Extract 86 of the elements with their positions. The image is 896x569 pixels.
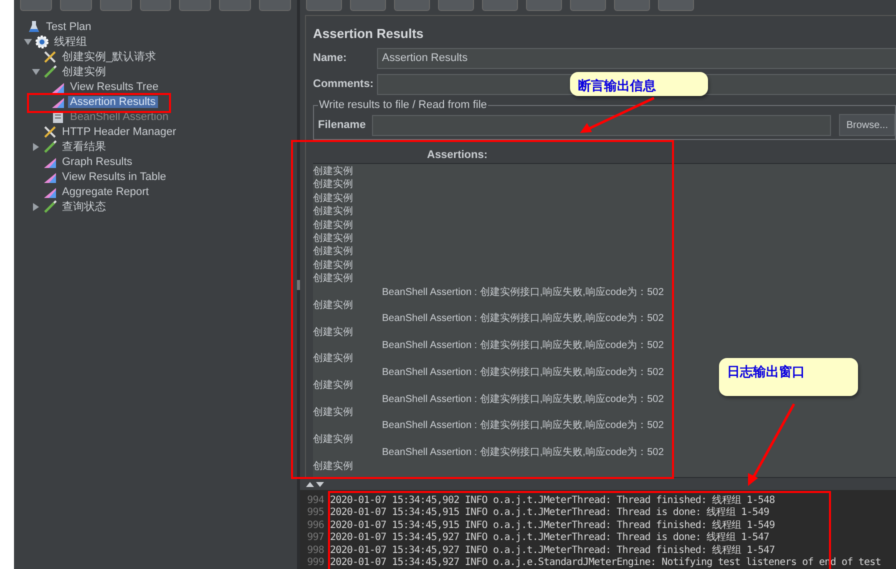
- tree-item[interactable]: 查询状态: [60, 199, 108, 214]
- toolbar-button[interactable]: [350, 0, 386, 11]
- sample-name: 创建实例: [313, 166, 353, 177]
- pen-icon: [43, 64, 57, 78]
- toolbar-button[interactable]: [219, 0, 252, 11]
- log-line: 2020-01-07 15:34:45,915 INFO o.a.j.t.JMeterThread: Thread finished: 线程组 1-549: [330, 520, 775, 532]
- group-title: Write results to file / Read from file: [318, 99, 488, 111]
- filename-field[interactable]: [372, 114, 832, 136]
- sample-name: 创建实例: [313, 300, 353, 311]
- sample-name: 创建实例: [313, 380, 353, 392]
- tree-item[interactable]: View Results Tree: [68, 80, 160, 92]
- assertion-message: BeanShell Assertion : 创建实例接口,响应失败,响应code为：502: [382, 366, 664, 378]
- annotation-tooltip: 断言输出信息: [570, 72, 708, 96]
- sample-name: 创建实例: [313, 434, 353, 445]
- line-number: 998: [306, 544, 325, 557]
- tree-item[interactable]: View Results in Table: [60, 170, 168, 182]
- annotation-tooltip: 日志输出窗口: [719, 358, 858, 396]
- tree-item[interactable]: Test Plan: [44, 20, 94, 32]
- assertion-message: BeanShell Assertion : 创建实例接口,响应失败,响应code为：502: [382, 313, 664, 324]
- toolbar-button[interactable]: [100, 0, 132, 11]
- pen-icon: [43, 140, 57, 154]
- tree-item[interactable]: 查看结果: [60, 139, 108, 154]
- sample-name: 创建实例: [313, 260, 353, 271]
- assertion-message: BeanShell Assertion : 创建实例接口,响应失败,响应code为：502: [382, 340, 664, 352]
- toolbar-button[interactable]: [306, 0, 342, 11]
- assertion-message: BeanShell Assertion : 创建实例接口,响应失败,响应code为：502: [382, 286, 664, 298]
- collapse-icon[interactable]: [32, 68, 40, 76]
- line-number: 999: [306, 556, 325, 569]
- log-line: 2020-01-07 15:34:45,915 INFO o.a.j.t.JMeterThread: Thread is done: 线程组 1-549: [330, 507, 770, 520]
- gear-icon: [35, 34, 49, 48]
- field-label: Name:: [313, 52, 348, 64]
- toolbar-button[interactable]: [614, 0, 650, 11]
- toolbar-button[interactable]: [179, 0, 212, 11]
- sample-name: 创建实例: [313, 353, 353, 364]
- tree-item[interactable]: Aggregate Report: [60, 186, 151, 198]
- assertion-message: BeanShell Assertion : 创建实例接口,响应失败,响应code为：502: [382, 447, 664, 458]
- log-line: 2020-01-07 15:34:45,902 INFO o.a.j.t.JMeterThread: Thread finished: 线程组 1-548: [330, 495, 775, 506]
- expand-icon[interactable]: [32, 202, 40, 210]
- browse-button[interactable]: Browse...: [839, 114, 895, 136]
- toolbar-button[interactable]: [526, 0, 562, 11]
- tools-icon: [43, 50, 57, 64]
- sample-name: 创建实例: [313, 220, 353, 231]
- sample-name: 创建实例: [313, 273, 353, 284]
- flask-icon: [27, 20, 41, 34]
- toolbar-button[interactable]: [60, 0, 92, 11]
- tree-item[interactable]: 创建实例_默认请求: [60, 49, 158, 64]
- line-number: 996: [306, 520, 325, 532]
- expand-icon[interactable]: [32, 142, 40, 150]
- pen-icon: [43, 200, 57, 214]
- toolbar-button[interactable]: [394, 0, 430, 11]
- sample-name: 创建实例: [313, 326, 353, 338]
- tree-item[interactable]: Assertion Results: [68, 96, 158, 108]
- tree-item[interactable]: Graph Results: [60, 156, 134, 168]
- tree-item[interactable]: 创建实例: [60, 64, 108, 79]
- collapse-icon[interactable]: [24, 38, 32, 46]
- sample-name: 创建实例: [313, 407, 353, 418]
- splitter-handle[interactable]: [297, 280, 300, 290]
- toolbar-button[interactable]: [259, 0, 292, 11]
- assertion-message: BeanShell Assertion : 创建实例接口,响应失败,响应code为：502: [382, 394, 664, 405]
- line-number: 997: [306, 532, 325, 545]
- tools-icon: [43, 124, 57, 138]
- log-line: 2020-01-07 15:34:45,927 INFO o.a.j.t.JMeterThread: Thread is done: 线程组 1-547: [330, 532, 770, 544]
- sample-name: 创建实例: [313, 179, 353, 190]
- toolbar-button[interactable]: [140, 0, 172, 11]
- toolbar-button[interactable]: [658, 0, 694, 11]
- line-number: 995: [306, 507, 325, 520]
- assertion-message: BeanShell Assertion : 创建实例接口,响应失败,响应code为：502: [382, 420, 664, 432]
- sample-name: 创建实例: [313, 206, 353, 218]
- toolbar-button[interactable]: [570, 0, 606, 11]
- log-line: 2020-01-07 15:34:45,927 INFO o.a.j.t.JMeterThread: Thread finished: 线程组 1-547: [330, 544, 775, 557]
- splitter-arrows-icon[interactable]: [306, 480, 324, 488]
- field-label: Filename: [318, 119, 367, 131]
- name-field[interactable]: Assertion Results: [377, 48, 896, 68]
- toolbar-button[interactable]: [20, 0, 52, 11]
- sample-name: 创建实例: [313, 192, 353, 204]
- sample-name: 创建实例: [313, 246, 353, 258]
- line-number: 994: [306, 495, 325, 508]
- toolbar-button[interactable]: [482, 0, 518, 11]
- column-header: Assertions:: [427, 149, 488, 161]
- tree-item[interactable]: HTTP Header Manager: [60, 126, 178, 138]
- sample-name: 创建实例: [313, 232, 353, 244]
- panel-title: Assertion Results: [313, 26, 425, 41]
- sample-name: 创建实例: [313, 460, 353, 472]
- tree-item[interactable]: 线程组: [52, 34, 89, 49]
- field-label: Comments:: [313, 78, 375, 90]
- toolbar-button[interactable]: [438, 0, 474, 11]
